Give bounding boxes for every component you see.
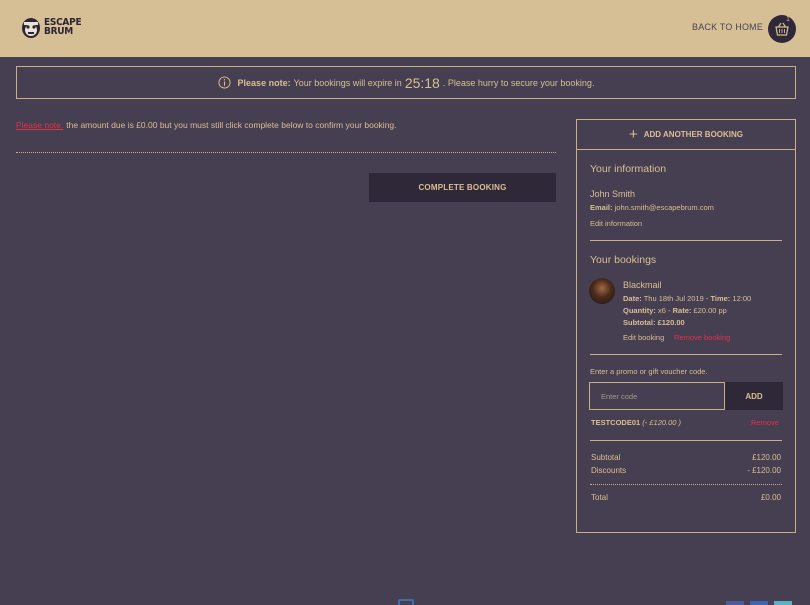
payment-card-icon [750,601,768,605]
total-value: £0.00 [760,493,781,502]
expiry-notice: Please note: Your bookings will expire i… [16,66,796,99]
booking-quantity-rate: Quantity: x6 - Rate: £20.00 pp [623,306,727,315]
customer-name: John Smith [590,189,636,199]
monkey-face-icon [20,14,42,40]
payment-card-icon [726,601,744,605]
cart-count-badge: 1 [786,16,790,23]
plus-icon: + [628,126,638,143]
email-value: john.smith@escapebrum.com [614,203,714,212]
divider [590,354,782,355]
escape-brum-logo[interactable]: ESCAPE BRUM [20,14,85,40]
promo-add-button[interactable]: ADD [725,382,783,410]
payment-card-icon [774,601,792,605]
promo-code-input[interactable]: Enter code [589,382,725,410]
remove-booking-link[interactable]: Remove booking [674,333,730,342]
customer-email: Email: john.smith@escapebrum.com [590,203,714,212]
divider [590,440,782,441]
divider [590,484,782,485]
logo-wordmark: ESCAPE BRUM [44,17,82,37]
booking-title: Blackmail [623,280,662,290]
notice-text: Your bookings will expire in [293,77,402,88]
promo-prompt: Enter a promo or gift voucher code. [590,367,708,376]
room-thumbnail [589,278,615,304]
subtotal-value: £120.00 [752,453,781,462]
basket-icon [775,22,789,36]
remove-promo-link[interactable]: Remove [751,418,779,427]
email-label: Email: [590,203,613,212]
total-label: Total [591,493,608,502]
subtotal-label: Subtotal [591,453,621,462]
complete-booking-button[interactable]: COMPLETE BOOKING [369,173,556,202]
amount-note-label: Please note: [16,120,64,130]
divider [16,152,556,153]
discounts-label: Discounts [591,466,627,475]
booking-date-time: Date: Thu 18th Jul 2019 - Time: 12:00 [623,294,752,303]
booking-subtotal: Subtotal: £120.00 [623,318,685,327]
back-to-home-link[interactable]: BACK TO HOME [692,22,763,32]
site-header: ESCAPE BRUM BACK TO HOME 1 [0,0,810,57]
add-another-booking-button[interactable]: + ADD ANOTHER BOOKING [577,120,795,150]
discounts-value: - £120.00 [747,466,781,475]
footer-logo-icon [398,599,414,605]
your-bookings-heading: Your bookings [590,254,657,266]
amount-due-note: Please note: the amount due is £0.00 but … [16,120,397,130]
your-information-heading: Your information [590,163,667,175]
amount-note-text: the amount due is £0.00 but you must sti… [66,120,397,130]
cart-button[interactable]: 1 [768,15,796,43]
add-another-label: ADD ANOTHER BOOKING [643,130,744,139]
booking-summary-panel: + ADD ANOTHER BOOKING Your information J… [576,119,796,533]
expiry-timer: 25:18 [404,74,440,91]
notice-text-after: . Please hurry to secure your booking. [442,77,595,88]
edit-information-link[interactable]: Edit information [590,219,642,228]
edit-booking-link[interactable]: Edit booking [623,333,664,342]
notice-label: Please note: [237,77,291,88]
info-icon [218,76,231,89]
divider [590,240,782,241]
applied-promo-code: TESTCODE01 (- £120.00 ) [591,418,682,427]
